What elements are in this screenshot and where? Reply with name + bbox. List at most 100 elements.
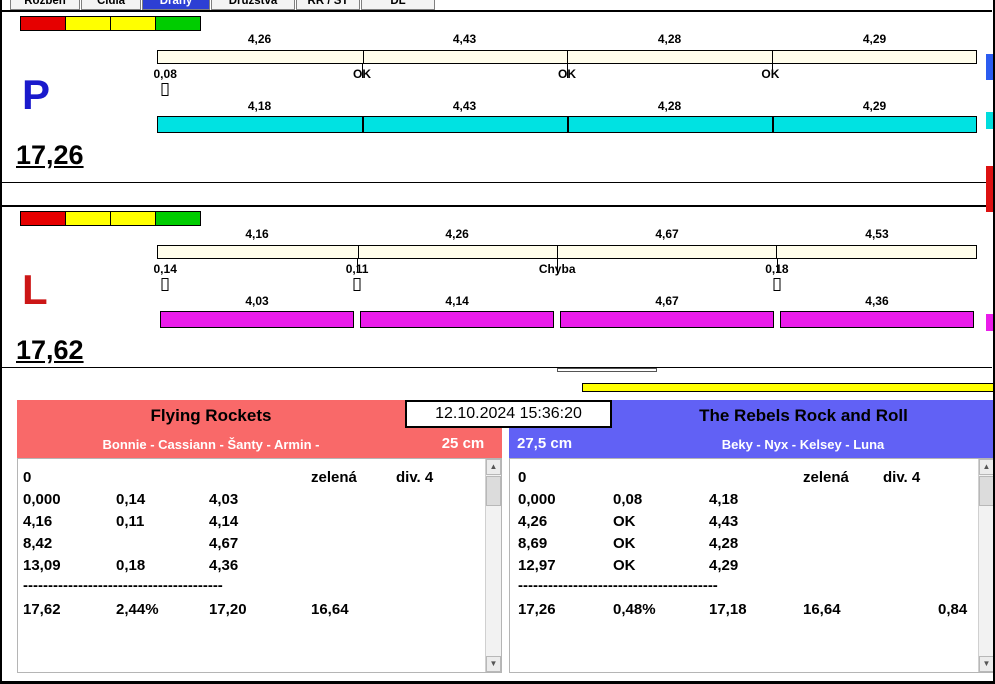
time-bar-segment [779, 311, 974, 328]
result-cell: 12,97 [518, 557, 556, 574]
segment-tick [557, 259, 559, 273]
result-cell: 4,14 [209, 513, 239, 530]
start-marker-box [161, 278, 169, 291]
progress-indicator-yellow [582, 383, 993, 392]
team-subheader: Bonnie - Cassiann - Šanty - Armin - 25 c… [17, 431, 502, 458]
jump-height: 27,5 cm [517, 435, 573, 452]
result-cell: 4,29 [709, 557, 739, 574]
segment-tick [357, 259, 359, 273]
total-cell: 17,20 [209, 601, 247, 618]
result-cell: zelená [803, 469, 849, 486]
scroll-thumb[interactable] [979, 476, 993, 506]
flyball-timing-window: Rozběh Čidla Dráhy Družstva RR / ST DL P 4,26… [0, 0, 995, 684]
split-times-row: 4,16 4,26 4,67 4,53 [157, 227, 977, 241]
split-time: 4,53 [865, 227, 889, 241]
result-cell: OK [613, 535, 636, 552]
segment-tick [567, 64, 568, 78]
total-cell: 16,64 [803, 601, 841, 618]
dog-time: 4,18 [247, 99, 272, 113]
dog-times-row: 4,03 4,14 4,67 4,36 [157, 294, 977, 308]
progress-indicator-small [557, 368, 657, 372]
scroll-down-button[interactable]: ▼ [486, 656, 501, 672]
tab-rozb-h[interactable]: Rozběh [10, 0, 80, 10]
scrollbar[interactable]: ▲ ▼ [978, 459, 993, 672]
tab-dru-stva[interactable]: Družstva [211, 0, 295, 10]
status-light [20, 211, 66, 226]
team-members: Beky - Nyx - Kelsey - Luna [721, 437, 885, 452]
split-time: 4,67 [655, 227, 679, 241]
team-name: Flying Rockets [150, 405, 272, 425]
result-cell: 0,000 [518, 491, 556, 508]
scroll-up-button[interactable]: ▲ [486, 459, 501, 475]
tab--idla[interactable]: Čidla [81, 0, 141, 10]
start-marker-box [161, 83, 169, 96]
tab-bar: Rozběh Čidla Dráhy Družstva RR / ST DL [2, 0, 993, 10]
lane-panel-l: L 4,16 4,26 4,67 4,53 0,140,11Chyba0,18 4,0… [2, 205, 992, 368]
result-cell: 0,11 [116, 513, 145, 530]
result-cell: 4,43 [709, 513, 739, 530]
scroll-thumb[interactable] [486, 476, 501, 506]
start-markers-row [157, 83, 977, 96]
lane-total-time: 17,62 [16, 335, 84, 365]
race-timestamp: 12.10.2024 15:36:20 [405, 400, 612, 428]
tab-dr-hy[interactable]: Dráhy [142, 0, 210, 10]
result-cell: 13,09 [23, 557, 61, 574]
result-cell: 8,42 [23, 535, 53, 552]
team-panel-left: Flying Rockets Bonnie - Cassiann - Šanty… [17, 400, 502, 673]
split-time: 4,26 [247, 32, 272, 46]
result-cell: 8,69 [518, 535, 548, 552]
split-time: 4,43 [452, 32, 477, 46]
change-mark: 0,08 [153, 67, 177, 81]
separator-dashes: ---------------------------------------- [518, 577, 718, 594]
result-cell: zelená [311, 469, 357, 486]
total-cell: 17,18 [709, 601, 747, 618]
scrollbar[interactable]: ▲ ▼ [485, 459, 501, 672]
scroll-down-button[interactable]: ▼ [979, 656, 993, 672]
status-light [110, 16, 156, 31]
result-cell: 0 [518, 469, 527, 486]
lane-track: 4,264,434,284,29 0,08OKOKOK 4,184,434,28… [153, 12, 977, 182]
results-table: ▲ ▼ 0 zelená div. 4 0,000 0,08 4,18 4,26 OK 4,43… [509, 458, 993, 673]
total-cell: 17,26 [518, 601, 556, 618]
team-subheader: 27,5 cm Beky - Nyx - Kelsey - Luna [509, 431, 993, 458]
segment-tick [776, 259, 778, 273]
result-cell: 0,14 [116, 491, 146, 508]
status-light [20, 16, 66, 31]
result-cell: 4,26 [518, 513, 548, 530]
result-cell: OK [613, 557, 636, 574]
change-mark: 0,14 [153, 262, 177, 276]
scroll-up-button[interactable]: ▲ [979, 459, 993, 475]
team-members: Bonnie - Cassiann - Šanty - Armin - [102, 437, 320, 452]
time-bar-segment [160, 311, 355, 328]
scale-bar [157, 245, 977, 259]
time-bar [157, 311, 977, 328]
segment-tick [362, 64, 363, 78]
dog-time: 4,36 [865, 294, 889, 308]
split-times-row: 4,26 4,43 4,28 4,29 [157, 32, 977, 46]
status-light [65, 16, 111, 31]
screen-edge-artifact [986, 314, 993, 331]
separator-dashes: ---------------------------------------- [23, 577, 223, 594]
lane-total-time: 17,26 [16, 140, 84, 170]
split-time: 4,26 [445, 227, 469, 241]
time-bar [157, 116, 977, 133]
results-table: ▲ ▼ 0 zelená div. 4 0,000 0,14 4,03 4,16 0,11 4,… [17, 458, 502, 673]
dog-times-row: 4,18 4,43 4,28 4,29 [157, 99, 977, 113]
tab-dl[interactable]: DL [361, 0, 435, 10]
total-cell: 17,62 [23, 601, 61, 618]
result-cell: 0 [23, 469, 32, 486]
change-mark: OK [761, 67, 780, 81]
scale-bar [157, 50, 977, 64]
segment-tick [772, 64, 773, 78]
tab-rr-st[interactable]: RR / ST [296, 0, 360, 10]
status-light [110, 211, 156, 226]
total-cell: 16,64 [311, 601, 349, 618]
dog-time: 4,43 [452, 99, 477, 113]
time-bar-segment [560, 311, 774, 328]
split-time: 4,16 [245, 227, 269, 241]
result-cell: 4,16 [23, 513, 53, 530]
lane-panel-p: P 4,264,434,284,29 0,08OKOKOK 4,184,434,… [2, 10, 992, 183]
result-cell: 4,03 [209, 491, 239, 508]
result-cell: div. 4 [396, 469, 434, 486]
team-name: The Rebels Rock and Roll [699, 405, 908, 425]
